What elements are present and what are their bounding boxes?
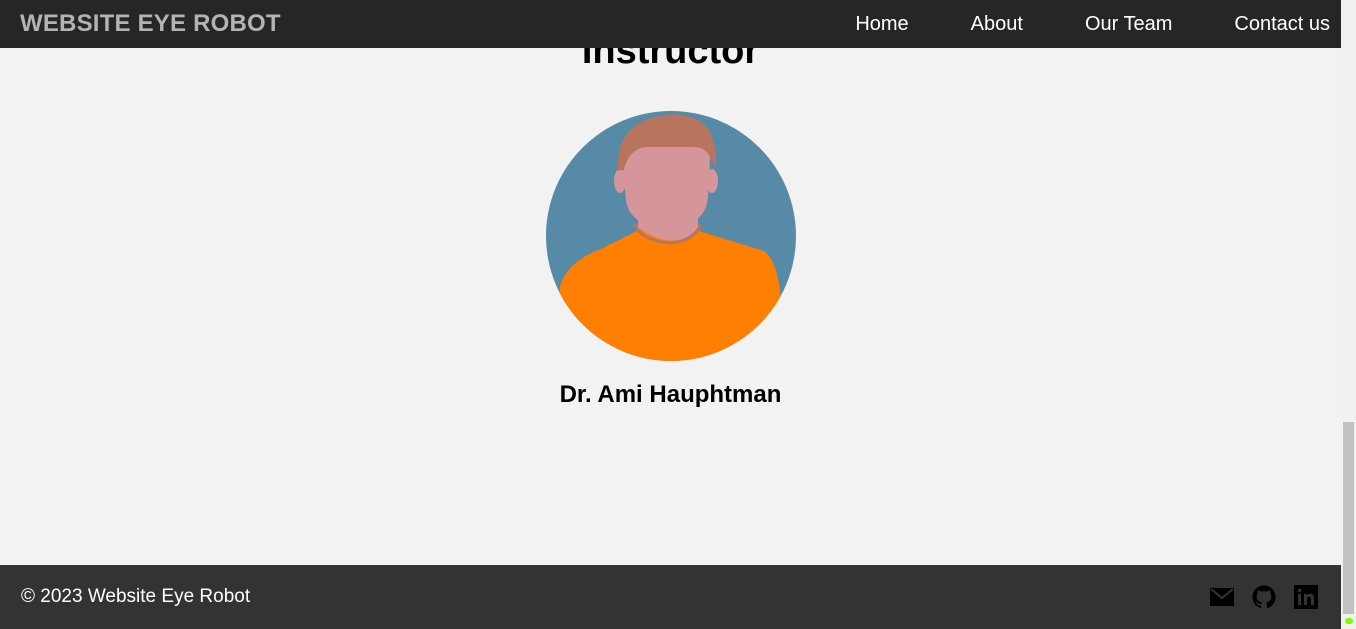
nav-link-our-team[interactable]: Our Team [1085,0,1172,48]
page-scrollbar[interactable] [1341,0,1356,629]
nav-link-about[interactable]: About [971,0,1023,48]
scrollbar-thumb[interactable] [1343,422,1354,614]
page: Instructor WEBSITE EYE ROBOT Home About … [0,0,1341,629]
nav-links: Home About Our Team Contact us [793,0,1341,48]
nav-link-home[interactable]: Home [855,0,908,48]
linkedin-icon[interactable] [1294,585,1318,609]
status-indicator [1345,618,1353,624]
email-icon[interactable] [1210,588,1234,606]
github-icon[interactable] [1252,585,1276,609]
instructor-avatar [546,111,796,361]
nav-link-contact-us[interactable]: Contact us [1234,0,1330,48]
footer: © 2023 Website Eye Robot [0,565,1341,629]
navbar: WEBSITE EYE ROBOT Home About Our Team Co… [0,0,1341,48]
social-links [1192,585,1318,609]
brand-logo[interactable]: WEBSITE EYE ROBOT [20,10,281,38]
avatar-illustration [546,111,796,361]
copyright-text: © 2023 Website Eye Robot [21,586,251,607]
instructor-name: Dr. Ami Hauphtman [559,381,782,408]
